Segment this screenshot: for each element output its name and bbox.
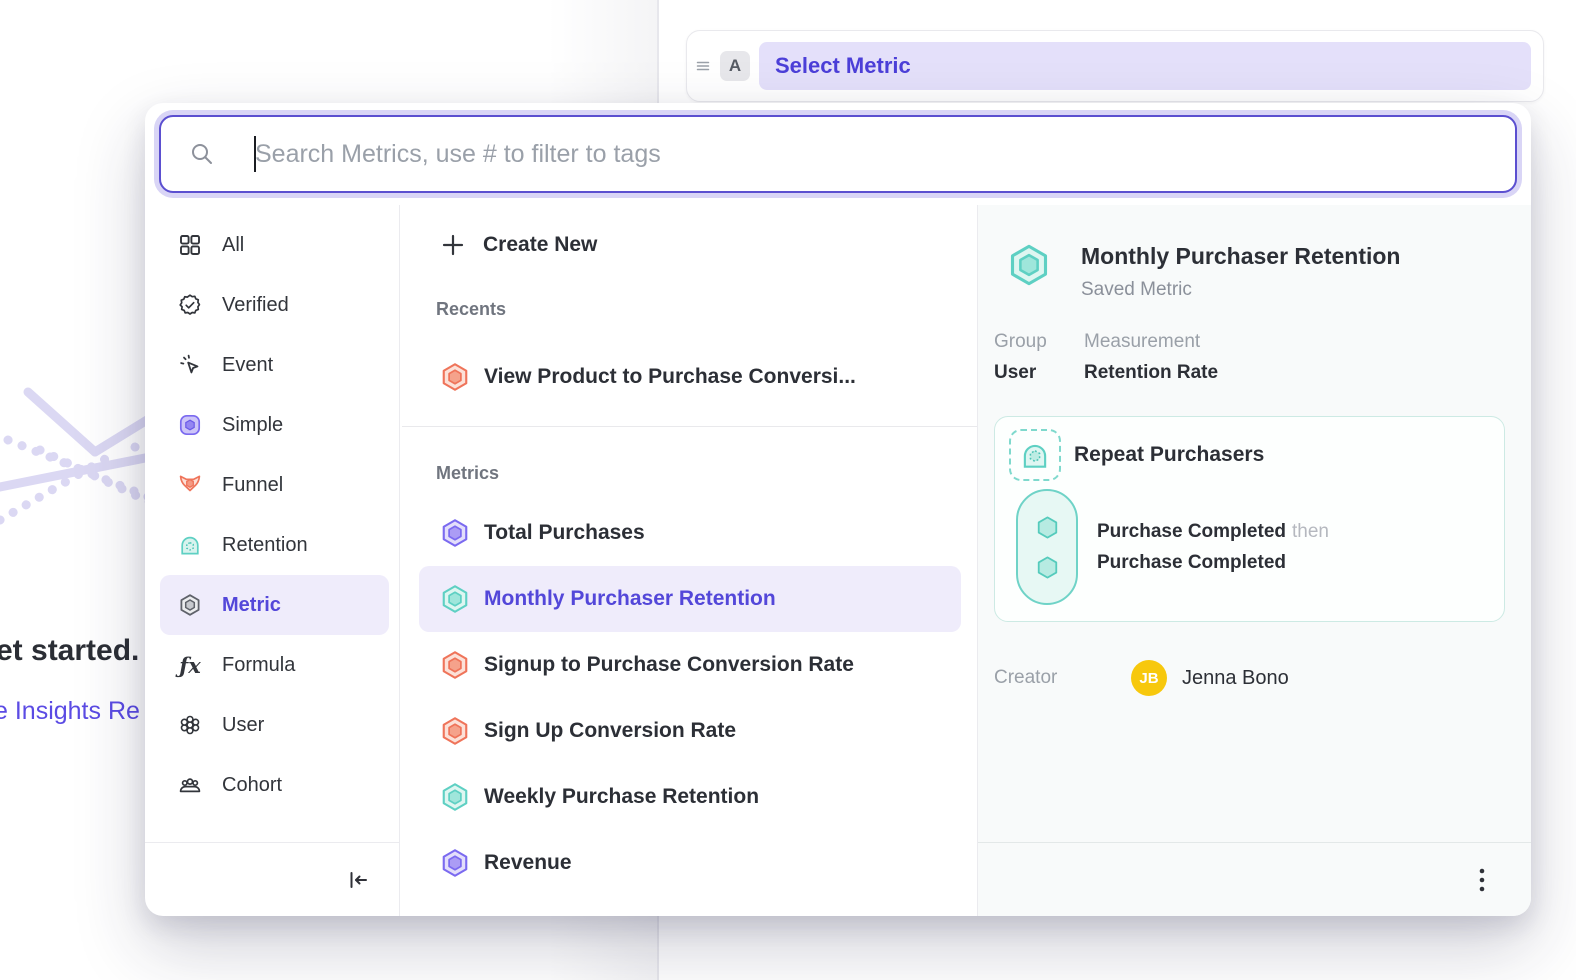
simple-metric-icon: [440, 518, 470, 548]
measurement-value: Retention Rate: [1084, 362, 1218, 384]
group-value: User: [994, 362, 1084, 384]
measurement-label: Measurement: [1084, 331, 1218, 353]
recent-metric-item[interactable]: View Product to Purchase Conversi...: [400, 344, 977, 410]
metric-hexagon-icon: [178, 593, 202, 617]
retention-arch-icon: [178, 533, 202, 557]
background-headline-fragment: et started.: [0, 634, 139, 668]
recents-section-title: Recents: [400, 299, 977, 320]
metric-item[interactable]: Weekly Purchase Retention: [400, 764, 977, 830]
sidebar-item-metric[interactable]: Metric: [160, 575, 389, 635]
user-cluster-icon: [178, 713, 202, 737]
details-footer: [978, 842, 1531, 916]
search-input[interactable]: [255, 140, 1491, 169]
search-icon: [189, 141, 215, 167]
creator-label: Creator: [994, 667, 1131, 689]
definition-step: Purchase Completedthen: [1097, 521, 1329, 543]
query-letter-badge: A: [720, 51, 750, 81]
sidebar-item-event[interactable]: Event: [160, 335, 389, 395]
details-subtitle: Saved Metric: [1081, 279, 1400, 301]
formula-fx-icon: ƒx: [178, 653, 202, 677]
kebab-menu-icon[interactable]: [1475, 863, 1489, 897]
create-new-button[interactable]: Create New: [400, 217, 977, 273]
select-metric-label: Select Metric: [775, 53, 911, 79]
metric-item[interactable]: Signup to Purchase Conversion Rate: [400, 632, 977, 698]
sidebar-item-funnel[interactable]: Funnel: [160, 455, 389, 515]
metrics-section-title: Metrics: [400, 463, 977, 484]
group-label: Group: [994, 331, 1084, 353]
event-hexagon-icon: [1034, 514, 1061, 541]
sidebar-item-formula[interactable]: ƒx Formula: [160, 635, 389, 695]
modal-content: All Verified Event: [145, 205, 1531, 916]
filter-list: All Verified Event: [145, 205, 399, 842]
metric-query-row: A Select Metric: [686, 30, 1544, 102]
metric-list-panel: Create New Recents View Product to Purch…: [400, 205, 978, 916]
step-connector: then: [1292, 521, 1329, 542]
sidebar-item-verified[interactable]: Verified: [160, 275, 389, 335]
details-meta: Group User Measurement Retention Rate: [994, 331, 1507, 384]
creator-avatar: JB: [1131, 660, 1167, 696]
creator-row: Creator JB Jenna Bono: [994, 660, 1507, 696]
event-hexagon-icon: [1034, 554, 1061, 581]
collapse-sidebar-icon[interactable]: [347, 869, 369, 891]
metric-definition-card: Repeat Purchasers: [994, 416, 1505, 622]
select-metric-button[interactable]: Select Metric: [759, 42, 1531, 90]
retention-metric-icon: [440, 782, 470, 812]
retention-definition-icon: [1009, 429, 1061, 481]
funnel-metric-icon: [440, 362, 470, 392]
sidebar-footer: [145, 842, 399, 916]
creator-name: Jenna Bono: [1182, 667, 1289, 690]
metric-item[interactable]: Revenue: [400, 830, 977, 896]
cohort-people-icon: [178, 773, 202, 797]
sidebar-item-cohort[interactable]: Cohort: [160, 755, 389, 815]
drag-handle-icon[interactable]: [695, 58, 711, 74]
metric-details-panel: Monthly Purchaser Retention Saved Metric…: [978, 205, 1531, 916]
funnel-metric-icon: [178, 473, 202, 497]
sidebar-item-retention[interactable]: Retention: [160, 515, 389, 575]
metric-item[interactable]: Total Purchases: [400, 500, 977, 566]
background-link-fragment[interactable]: e Insights Re: [0, 697, 140, 726]
text-caret: [254, 136, 256, 172]
list-divider: [402, 426, 977, 427]
retention-metric-icon-large: [1007, 243, 1051, 287]
details-header: Monthly Purchaser Retention Saved Metric: [1007, 243, 1507, 301]
metric-item[interactable]: Sign Up Conversion Rate: [400, 698, 977, 764]
simple-metric-icon: [178, 413, 202, 437]
verified-badge-icon: [178, 293, 202, 317]
sidebar-item-user[interactable]: User: [160, 695, 389, 755]
definition-step: Purchase Completed: [1097, 552, 1329, 574]
funnel-metric-icon: [440, 650, 470, 680]
funnel-metric-icon: [440, 716, 470, 746]
retention-metric-icon: [440, 584, 470, 614]
plus-icon: [440, 232, 466, 258]
metric-item-selected[interactable]: Monthly Purchaser Retention: [419, 566, 961, 632]
sidebar-item-all[interactable]: All: [160, 215, 389, 275]
metric-picker-modal: All Verified Event: [145, 103, 1531, 916]
details-title: Monthly Purchaser Retention: [1081, 243, 1400, 270]
simple-metric-icon: [440, 848, 470, 878]
definition-title: Repeat Purchasers: [1074, 443, 1264, 467]
filter-sidebar: All Verified Event: [145, 205, 400, 916]
event-sequence-capsule: [1016, 489, 1078, 605]
metric-details-body: Monthly Purchaser Retention Saved Metric…: [978, 205, 1531, 842]
event-cursor-icon: [178, 353, 202, 377]
sidebar-item-simple[interactable]: Simple: [160, 395, 389, 455]
metric-search-box: [159, 115, 1517, 193]
grid-all-icon: [178, 233, 202, 257]
